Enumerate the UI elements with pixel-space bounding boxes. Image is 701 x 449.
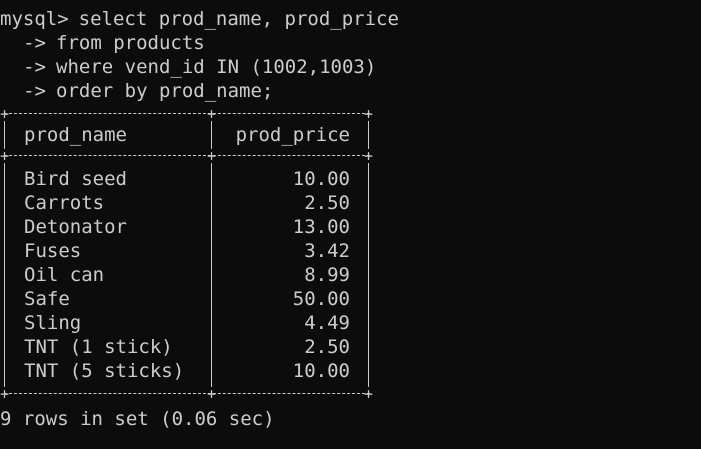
command-text: order by prod_name;	[56, 80, 274, 102]
command-text: where vend_id IN (1002,1003)	[56, 56, 377, 78]
table-border-header: + + +	[0, 147, 374, 165]
prod-price-cell: 50.00	[292, 288, 350, 310]
prod-name-cell: Oil can	[24, 264, 105, 286]
prod-name-cell: TNT (5 sticks)	[24, 360, 185, 382]
command-text: from products	[56, 32, 205, 54]
prod-price-cell: 2.50	[304, 192, 350, 214]
continuation-prompt: ->	[23, 56, 46, 78]
command-line-3: -> where vend_id IN (1002,1003)	[0, 55, 701, 79]
command-line-2: -> from products	[0, 31, 701, 55]
table-border-top: + + +	[0, 105, 374, 123]
table-row: TNT (1 stick) 2.50	[4, 335, 370, 359]
table-row: Detonator 13.00	[4, 215, 370, 239]
prod-price-cell: 2.50	[304, 336, 350, 358]
prod-price-cell: 10.00	[292, 360, 350, 382]
terminal-window[interactable]: mysql> select prod_name, prod_price -> fro…	[0, 0, 701, 449]
prod-name-cell: Sling	[24, 312, 82, 334]
continuation-prompt: ->	[23, 80, 46, 102]
table-header-row: prod_name prod_price	[4, 121, 370, 149]
prod-price-cell: 3.42	[304, 240, 350, 262]
result-status: 9 rows in set (0.06 sec)	[0, 408, 275, 430]
prod-name-cell: Bird seed	[24, 168, 127, 190]
prod-name-cell: Fuses	[24, 240, 82, 262]
table-body: Bird seed 10.00 Carrots 2.50 Detonator 1…	[4, 163, 370, 387]
continuation-prompt: ->	[23, 32, 46, 54]
table-row: Bird seed 10.00	[4, 167, 370, 191]
column-header-prod-name: prod_name	[24, 124, 127, 146]
prod-name-cell: Detonator	[24, 216, 127, 238]
table-row: Sling 4.49	[4, 311, 370, 335]
table-row: Carrots 2.50	[4, 191, 370, 215]
prod-price-cell: 13.00	[292, 216, 350, 238]
prod-price-cell: 8.99	[304, 264, 350, 286]
command-line-1: mysql> select prod_name, prod_price	[0, 7, 701, 31]
table-row: Safe 50.00	[4, 287, 370, 311]
prod-name-cell: Carrots	[24, 192, 105, 214]
command-text: select prod_name, prod_price	[78, 8, 399, 30]
table-row: Fuses 3.42	[4, 239, 370, 263]
prod-name-cell: TNT (1 stick)	[24, 336, 173, 358]
column-header-prod-price: prod_price	[235, 124, 350, 146]
prod-price-cell: 4.49	[304, 312, 350, 334]
command-line-4: -> order by prod_name;	[0, 79, 701, 103]
table-row: TNT (5 sticks) 10.00	[4, 359, 370, 383]
table-border-bottom: + + +	[0, 385, 374, 403]
prod-name-cell: Safe	[24, 288, 70, 310]
result-table: + + + prod_name prod_price + + + Bird se…	[0, 105, 374, 403]
table-row: Oil can 8.99	[4, 263, 370, 287]
prod-price-cell: 10.00	[292, 168, 350, 190]
mysql-prompt: mysql>	[0, 8, 69, 30]
